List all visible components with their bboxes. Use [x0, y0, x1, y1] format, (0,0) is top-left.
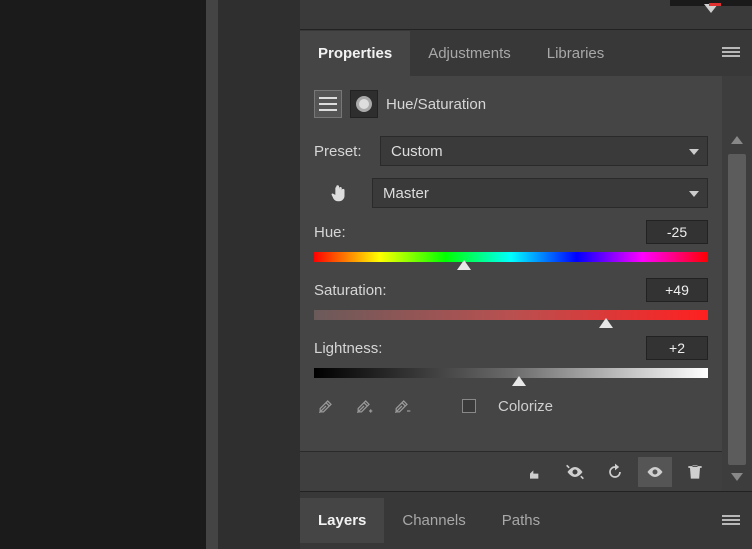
adjustment-icon-button[interactable]	[314, 90, 342, 118]
chevron-down-icon	[689, 149, 699, 155]
canvas-area	[0, 0, 220, 549]
scroll-up-icon[interactable]	[731, 136, 743, 144]
eyedropper-add-button[interactable]	[352, 394, 376, 418]
toggle-visibility-button[interactable]	[638, 457, 672, 487]
adjustment-type-row: Hue/Saturation	[314, 90, 708, 118]
tab-layers[interactable]: Layers	[300, 498, 384, 543]
saturation-thumb[interactable]	[599, 318, 613, 328]
saturation-slider[interactable]	[314, 310, 708, 320]
properties-panel: Hue/Saturation Preset: Custom Master Hue…	[300, 76, 722, 491]
layers-panel-menu-button[interactable]	[722, 512, 740, 530]
hue-slider[interactable]	[314, 252, 708, 262]
saturation-value-input[interactable]: +49	[646, 278, 708, 302]
lightness-label: Lightness:	[314, 340, 382, 357]
delete-button[interactable]	[678, 457, 712, 487]
colorize-checkbox[interactable]	[462, 399, 476, 413]
range-select[interactable]: Master	[372, 178, 708, 208]
trash-icon	[685, 462, 705, 482]
panel-menu-button[interactable]	[722, 44, 740, 62]
tab-adjustments[interactable]: Adjustments	[410, 31, 529, 76]
hue-thumb[interactable]	[457, 260, 471, 270]
eye-cycle-icon	[565, 462, 585, 482]
preset-label: Preset:	[314, 143, 370, 160]
canvas-edge	[206, 0, 218, 549]
eyedropper-plus-icon	[354, 396, 374, 416]
tab-channels[interactable]: Channels	[384, 498, 483, 543]
preset-row: Preset: Custom	[314, 136, 708, 166]
hue-value-input[interactable]: -25	[646, 220, 708, 244]
scrubby-tool[interactable]	[326, 180, 352, 206]
view-previous-button[interactable]	[558, 457, 592, 487]
panel-footer-icons	[300, 451, 722, 491]
scroll-down-icon[interactable]	[731, 473, 743, 481]
saturation-label: Saturation:	[314, 282, 387, 299]
tab-paths[interactable]: Paths	[484, 498, 558, 543]
panel-scrollbar[interactable]	[722, 76, 752, 491]
sliders-icon	[319, 97, 337, 111]
preset-value: Custom	[391, 143, 443, 160]
eyedropper-row: Colorize	[314, 394, 708, 418]
layers-panel-tabs: Layers Channels Paths	[300, 491, 752, 549]
chevron-down-icon	[689, 191, 699, 197]
eyedropper-button[interactable]	[314, 394, 338, 418]
mask-icon	[356, 96, 372, 112]
eye-icon	[645, 462, 665, 482]
range-row: Master	[314, 178, 708, 208]
menu-icon	[722, 513, 740, 525]
mask-icon-button[interactable]	[350, 90, 378, 118]
tab-libraries[interactable]: Libraries	[529, 31, 623, 76]
range-value: Master	[383, 185, 429, 202]
saturation-slider-block: Saturation: +49	[314, 278, 708, 320]
lightness-slider-block: Lightness: +2	[314, 336, 708, 378]
preset-select[interactable]: Custom	[380, 136, 708, 166]
lightness-slider[interactable]	[314, 368, 708, 378]
menu-icon	[722, 45, 740, 57]
hue-slider-block: Hue: -25	[314, 220, 708, 262]
scroll-thumb[interactable]	[728, 154, 746, 465]
tab-properties[interactable]: Properties	[300, 31, 410, 76]
play-icon[interactable]	[704, 4, 718, 13]
timeline-strip	[300, 0, 752, 30]
hand-icon	[328, 182, 350, 204]
clip-icon	[525, 462, 545, 482]
eyedropper-subtract-button[interactable]	[390, 394, 414, 418]
colorize-label: Colorize	[498, 398, 553, 415]
eyedropper-minus-icon	[392, 396, 412, 416]
lightness-thumb[interactable]	[512, 376, 526, 386]
adjustment-type-label: Hue/Saturation	[386, 96, 486, 113]
lightness-value-input[interactable]: +2	[646, 336, 708, 360]
panel-tabs: Properties Adjustments Libraries	[300, 30, 752, 76]
hue-label: Hue:	[314, 224, 346, 241]
reset-button[interactable]	[598, 457, 632, 487]
clip-to-layer-button[interactable]	[518, 457, 552, 487]
reset-icon	[605, 462, 625, 482]
panel-gap	[218, 0, 300, 549]
eyedropper-icon	[316, 396, 336, 416]
